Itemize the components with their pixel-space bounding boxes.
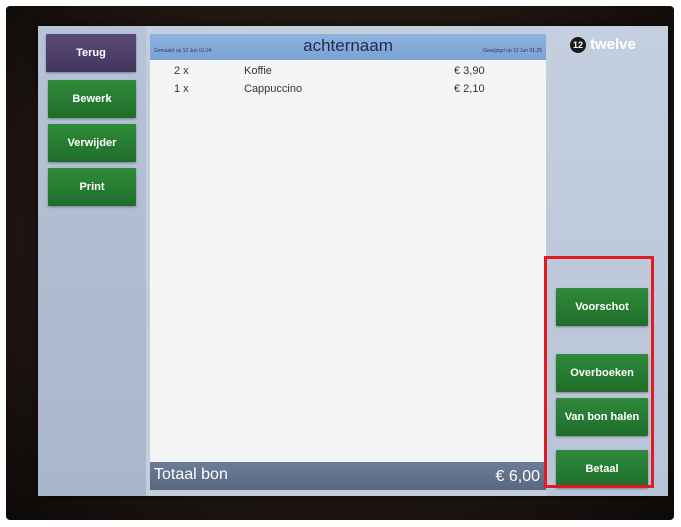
receipt-line[interactable]: 1 x Cappuccino € 2,10 — [150, 80, 546, 98]
modified-timestamp: Gewijzigd op 12 Jun 01:25 — [483, 48, 542, 54]
red-highlight-box — [544, 256, 654, 488]
twelve-logo-icon: 12 — [570, 36, 586, 53]
receipt-panel: Gemaakt op 12 Jun 01:24 achternaam Gewij… — [150, 34, 546, 490]
brand-logo: 12 twelve — [570, 36, 636, 53]
back-button[interactable]: Terug — [46, 34, 136, 72]
line-name: Cappuccino — [244, 83, 303, 95]
receipt-lines: 2 x Koffie € 3,90 1 x Cappuccino € 2,10 — [150, 62, 546, 98]
line-name: Koffie — [244, 65, 272, 77]
print-button[interactable]: Print — [48, 168, 136, 206]
line-qty: 1 x — [174, 83, 189, 95]
left-sidebar: Terug Bewerk Verwijder Print — [38, 26, 146, 496]
line-price: € 2,10 — [454, 83, 485, 95]
delete-button[interactable]: Verwijder — [48, 124, 136, 162]
edit-button[interactable]: Bewerk — [48, 80, 136, 118]
line-qty: 2 x — [174, 65, 189, 77]
receipt-line[interactable]: 2 x Koffie € 3,90 — [150, 62, 546, 80]
brand-name: twelve — [590, 36, 636, 53]
total-value: € 6,00 — [495, 468, 540, 485]
line-price: € 3,90 — [454, 65, 485, 77]
total-label: Totaal bon — [154, 466, 228, 483]
receipt-header: Gemaakt op 12 Jun 01:24 achternaam Gewij… — [150, 34, 546, 60]
receipt-total-bar: Totaal bon € 6,00 — [150, 462, 546, 490]
